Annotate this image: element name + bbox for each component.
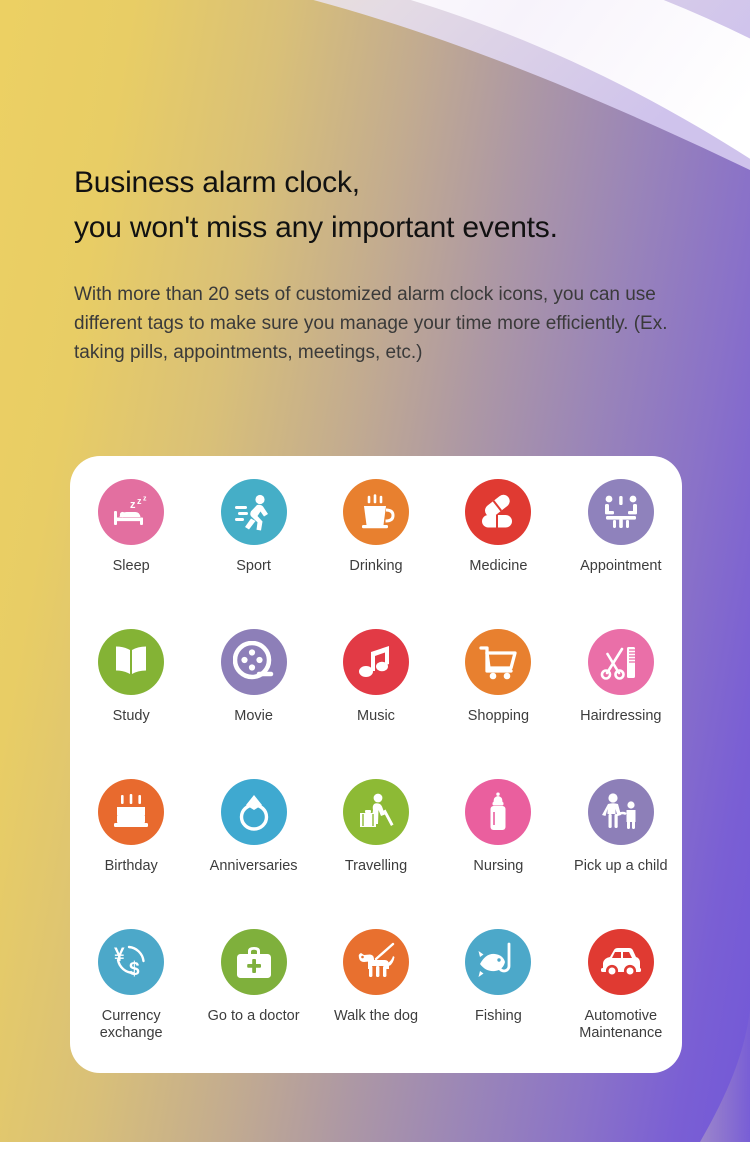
- icon-tile-go-to-a-doctor[interactable]: Go to a doctor: [192, 924, 314, 1074]
- shopping-cart-icon: [465, 629, 532, 695]
- medical-bag-icon: [220, 929, 287, 995]
- icon-tile-drinking[interactable]: Drinking: [315, 474, 437, 624]
- icon-tile-anniversaries[interactable]: Anniversaries: [192, 774, 314, 924]
- icon-tile-movie[interactable]: Movie: [192, 624, 314, 774]
- fish-hook-icon: [465, 929, 532, 995]
- swoosh-band-purple-bottom: [700, 1010, 750, 1142]
- icon-tile-label: Currency exchange: [99, 1008, 163, 1041]
- icon-tile-label: Fishing: [475, 1008, 522, 1024]
- icon-tile-label: Study: [112, 708, 150, 724]
- icon-tile-automotive-maintenance[interactable]: Automotive Maintenance: [560, 924, 682, 1074]
- svg-text:z: z: [143, 496, 147, 503]
- icon-grid: z z z Sleep Sport Drinking Medicine Appo…: [70, 474, 682, 1074]
- svg-text:z: z: [130, 499, 136, 511]
- icon-tile-label: Drinking: [349, 558, 403, 574]
- traveller-suitcase-icon: [342, 779, 409, 845]
- icon-tile-label: Appointment: [580, 558, 662, 574]
- icon-tile-sleep[interactable]: z z z Sleep: [70, 474, 192, 624]
- hot-mug-icon: [342, 479, 409, 545]
- icon-tile-label: Go to a doctor: [207, 1008, 300, 1024]
- diamond-ring-icon: [220, 779, 287, 845]
- icon-tile-shopping[interactable]: Shopping: [437, 624, 559, 774]
- open-book-icon: [98, 629, 165, 695]
- icon-tile-walk-the-dog[interactable]: Walk the dog: [315, 924, 437, 1074]
- baby-bottle-icon: [465, 779, 532, 845]
- icon-tile-nursing[interactable]: Nursing: [437, 774, 559, 924]
- icon-tile-label: Sleep: [112, 558, 150, 574]
- film-reel-icon: [220, 629, 287, 695]
- icon-tile-sport[interactable]: Sport: [192, 474, 314, 624]
- icon-tile-label: Anniversaries: [209, 858, 298, 874]
- icon-tile-fishing[interactable]: Fishing: [437, 924, 559, 1074]
- icon-tile-label: Sport: [236, 558, 271, 574]
- icon-tile-travelling[interactable]: Travelling: [315, 774, 437, 924]
- swoosh-band-light: [313, 0, 750, 170]
- currency-exchange-icon: ¥ $: [98, 929, 165, 995]
- icon-tile-currency-exchange[interactable]: ¥ $ Currency exchange: [70, 924, 192, 1074]
- svg-text:z: z: [137, 496, 142, 506]
- meeting-table-icon: [587, 479, 654, 545]
- icon-tile-label: Nursing: [473, 858, 524, 874]
- parent-child-icon: [587, 779, 654, 845]
- icon-tile-medicine[interactable]: Medicine: [437, 474, 559, 624]
- page-title: Business alarm clock, you won't miss any…: [74, 160, 694, 250]
- music-note-icon: [342, 629, 409, 695]
- icon-tile-pick-up-a-child[interactable]: Pick up a child: [560, 774, 682, 924]
- bed-zzz-icon: z z z: [98, 479, 165, 545]
- dog-leash-icon: [342, 929, 409, 995]
- icon-tile-label: Hairdressing: [580, 708, 662, 724]
- icon-tile-label: Birthday: [104, 858, 158, 874]
- icon-tile-music[interactable]: Music: [315, 624, 437, 774]
- birthday-cake-icon: [98, 779, 165, 845]
- icon-tile-label: Automotive Maintenance: [579, 1008, 663, 1041]
- icon-tile-appointment[interactable]: Appointment: [560, 474, 682, 624]
- hero-paragraph: With more than 20 sets of customized ala…: [74, 284, 668, 363]
- icon-tile-birthday[interactable]: Birthday: [70, 774, 192, 924]
- promo-page: Business alarm clock, you won't miss any…: [0, 0, 750, 1175]
- headline-line-1: Business alarm clock,: [74, 166, 360, 199]
- icon-tile-label: Pick up a child: [574, 858, 668, 874]
- icon-tile-label: Movie: [234, 708, 273, 724]
- svg-text:$: $: [129, 959, 140, 980]
- icon-gallery-card: z z z Sleep Sport Drinking Medicine Appo…: [70, 456, 682, 1073]
- headline-line-2: you won't miss any important events.: [74, 211, 558, 244]
- icon-tile-label: Shopping: [467, 708, 530, 724]
- icon-tile-hairdressing[interactable]: Hairdressing: [560, 624, 682, 774]
- icon-tile-label: Medicine: [469, 558, 528, 574]
- swoosh-band-light-2: [426, 0, 750, 127]
- swoosh-band-white: [410, 0, 750, 159]
- icon-tile-label: Walk the dog: [333, 1008, 419, 1024]
- running-person-icon: [220, 479, 287, 545]
- scissors-comb-icon: [587, 629, 654, 695]
- pills-capsule-icon: [465, 479, 532, 545]
- icon-tile-study[interactable]: Study: [70, 624, 192, 774]
- hero-copy: Business alarm clock, you won't miss any…: [74, 160, 694, 367]
- car-icon: [587, 929, 654, 995]
- icon-tile-label: Travelling: [344, 858, 408, 874]
- icon-tile-label: Music: [357, 708, 395, 724]
